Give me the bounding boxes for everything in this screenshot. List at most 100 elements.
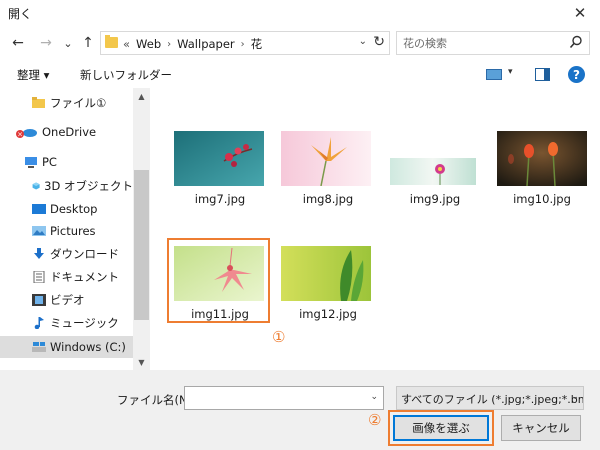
- file-item-img7[interactable]: img7.jpg: [170, 128, 270, 208]
- annotation-step-2: ②: [368, 411, 382, 429]
- sidebar-item-desktop[interactable]: Desktop: [0, 198, 133, 220]
- sidebar-item-documents[interactable]: ドキュメント: [0, 266, 133, 288]
- forward-button[interactable]: →: [36, 32, 56, 54]
- file-item-img12[interactable]: img12.jpg: [278, 243, 378, 323]
- sidebar-item-label: ビデオ: [50, 293, 85, 307]
- new-folder-button[interactable]: 新しいフォルダー: [80, 67, 172, 83]
- desktop-icon: [32, 204, 46, 214]
- cancel-button[interactable]: キャンセル: [501, 415, 581, 441]
- chevron-down-icon: ⌄: [63, 36, 73, 50]
- download-icon: [34, 248, 44, 259]
- filename-input[interactable]: [187, 388, 365, 408]
- 3d-objects-icon: [32, 182, 40, 190]
- organize-button[interactable]: 整理 ▾: [17, 67, 49, 83]
- folder-icon: [32, 97, 45, 108]
- sidebar-item-music[interactable]: ミュージック: [0, 312, 133, 334]
- back-arrow-icon: ←: [12, 35, 24, 51]
- dialog-footer: ファイル名(N): ⌄ すべてのファイル (*.jpg;*.jpeg;*.bmp…: [0, 370, 600, 450]
- pc-icon: [25, 157, 37, 168]
- file-name: img10.jpg: [513, 192, 571, 206]
- navigation-pane: ファイル① × OneDrive PC 3D オブジェクト Desktop Pi…: [0, 88, 150, 370]
- scroll-thumb[interactable]: [134, 170, 149, 320]
- thumbnail-img7: [174, 131, 264, 186]
- forward-arrow-icon: →: [40, 35, 52, 51]
- sidebar-item-3d-objects[interactable]: 3D オブジェクト: [0, 175, 133, 197]
- thumbnail-img12: [281, 246, 371, 301]
- file-name: img12.jpg: [299, 307, 357, 321]
- svg-text:×: ×: [17, 131, 23, 139]
- file-type-select[interactable]: すべてのファイル (*.jpg;*.jpeg;*.bmp ⌄: [396, 386, 584, 410]
- close-button[interactable]: ✕: [560, 0, 600, 26]
- breadcrumb-item-wallpaper[interactable]: Wallpaper: [177, 37, 235, 51]
- sidebar-item-label: 3D オブジェクト: [44, 179, 133, 193]
- chevron-right-icon: ›: [167, 38, 172, 50]
- title-bar: 開く ✕: [0, 0, 600, 26]
- annotation-highlight-file: [167, 238, 270, 323]
- thumbnail-img10: [497, 131, 587, 186]
- thumbnail-img9: [390, 158, 476, 185]
- file-item-img8[interactable]: img8.jpg: [278, 128, 378, 208]
- help-icon[interactable]: ?: [568, 66, 585, 83]
- preview-pane-icon[interactable]: [535, 68, 550, 81]
- file-list: img7.jpg img8.jpg img9.jpg img10.jpg img…: [150, 88, 600, 370]
- sidebar-item-label: Pictures: [50, 224, 96, 238]
- documents-icon: [33, 271, 45, 283]
- breadcrumb-overflow[interactable]: «: [123, 37, 130, 51]
- search-box[interactable]: [396, 31, 590, 55]
- sidebar-item-downloads[interactable]: ダウンロード: [0, 243, 133, 265]
- window-title: 開く: [8, 7, 33, 21]
- open-button[interactable]: 画像を選ぶ: [393, 415, 489, 441]
- thumbnail-img8: [281, 131, 371, 186]
- breadcrumb-item-flower[interactable]: 花: [251, 36, 263, 52]
- video-icon: [32, 294, 46, 306]
- breadcrumb-item-web[interactable]: Web: [136, 37, 161, 51]
- sidebar-scrollbar[interactable]: ▲ ▼: [133, 88, 150, 370]
- filename-field[interactable]: ⌄: [184, 386, 384, 410]
- sidebar-item-label: OneDrive: [42, 125, 97, 139]
- sidebar-item-label: ドキュメント: [50, 270, 119, 284]
- sidebar-item-onedrive[interactable]: × OneDrive: [0, 121, 133, 143]
- drive-icon: [32, 342, 46, 352]
- file-type-value: すべてのファイル (*.jpg;*.jpeg;*.bmp: [401, 393, 584, 406]
- onedrive-icon: ×: [16, 129, 37, 139]
- sidebar-item-label: Desktop: [50, 202, 98, 216]
- sidebar-item-file1[interactable]: ファイル①: [0, 92, 133, 114]
- chevron-right-icon: ›: [240, 38, 245, 50]
- back-button[interactable]: ←: [8, 32, 28, 54]
- sidebar-item-pc[interactable]: PC: [0, 151, 133, 173]
- scroll-up-icon[interactable]: ▲: [133, 88, 150, 104]
- up-arrow-icon: ↑: [82, 35, 94, 51]
- pictures-icon: [32, 226, 46, 236]
- address-dropdown-icon[interactable]: ⌄: [359, 36, 367, 47]
- file-name: img9.jpg: [409, 192, 461, 206]
- refresh-icon[interactable]: ↻: [373, 34, 385, 50]
- address-bar[interactable]: « Web › Wallpaper › 花 ⌄ ↻: [100, 31, 390, 55]
- view-dropdown-icon[interactable]: ▾: [508, 67, 513, 77]
- sidebar-item-videos[interactable]: ビデオ: [0, 289, 133, 311]
- breadcrumb: « Web › Wallpaper › 花: [123, 36, 262, 52]
- view-options-icon[interactable]: [486, 69, 502, 80]
- command-toolbar: 整理 ▾ 新しいフォルダー ▾ ?: [0, 62, 600, 88]
- chevron-down-icon[interactable]: ⌄: [370, 392, 378, 402]
- sidebar-item-label: ファイル①: [50, 96, 107, 110]
- navigation-bar: ← → ⌄ ↑ « Web › Wallpaper › 花 ⌄ ↻: [0, 26, 600, 62]
- sidebar-item-windows-c[interactable]: Windows (C:): [0, 336, 133, 358]
- annotation-step-1: ①: [272, 328, 286, 346]
- folder-icon: [105, 35, 118, 48]
- file-name: img7.jpg: [194, 192, 246, 206]
- music-icon: [34, 317, 44, 329]
- search-icon[interactable]: [569, 35, 583, 49]
- file-name: img8.jpg: [302, 192, 354, 206]
- file-item-img10[interactable]: img10.jpg: [492, 128, 592, 208]
- chevron-down-icon: ⌄: [571, 392, 579, 402]
- sidebar-item-label: Windows (C:): [50, 340, 126, 354]
- recent-locations-button[interactable]: ⌄: [58, 32, 78, 54]
- close-icon: ✕: [573, 4, 587, 22]
- scroll-down-icon[interactable]: ▼: [133, 354, 150, 370]
- file-item-img9[interactable]: img9.jpg: [385, 128, 485, 208]
- sidebar-item-label: ダウンロード: [50, 247, 119, 261]
- search-input[interactable]: [403, 35, 563, 51]
- sidebar-item-label: PC: [42, 155, 57, 169]
- up-button[interactable]: ↑: [78, 32, 98, 54]
- sidebar-item-pictures[interactable]: Pictures: [0, 220, 133, 242]
